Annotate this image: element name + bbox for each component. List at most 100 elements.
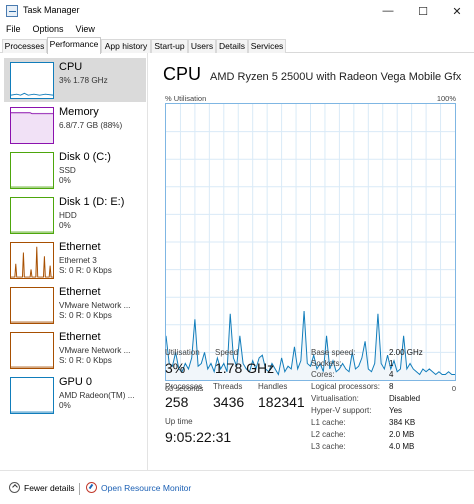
spec-label: Virtualisation: [311, 394, 359, 403]
fewer-details-label: Fewer details [24, 482, 75, 493]
sidebar-subtitle: 0% [59, 401, 71, 410]
chevron-up-icon [9, 482, 20, 493]
sidebar-subtitle: 0% [59, 221, 71, 230]
ethernet-vmware-2-thumbnail [10, 332, 54, 369]
sidebar-subtitle: S: 0 R: 0 Kbps [59, 311, 112, 320]
title-bar: Task Manager — ☐ ✕ [0, 0, 474, 22]
tab-strip: Processes Performance App history Start-… [0, 37, 474, 54]
spec-label: Hyper-V support: [311, 406, 372, 415]
handles-value: 182341 [258, 394, 305, 410]
utilisation-axis-label: % Utilisation [165, 94, 207, 103]
spec-value: 2.00 GHz [389, 348, 423, 357]
sidebar-subtitle: VMware Network ... [59, 346, 131, 355]
disk-0-thumbnail [10, 152, 54, 189]
spec-value: 1 [389, 359, 394, 368]
resource-sidebar: CPU 3% 1.78 GHz Memory 6.8/7.7 GB (88%) … [0, 53, 148, 470]
gpu-0-thumbnail [10, 377, 54, 414]
spec-value: Disabled [389, 394, 421, 403]
spec-value: 2.0 MB [389, 430, 415, 439]
ethernet-3-thumbnail [10, 242, 54, 279]
sidebar-subtitle: 0% [59, 176, 71, 185]
cpu-detail-panel: CPU AMD Ryzen 5 2500U with Radeon Vega M… [149, 53, 474, 470]
sidebar-item-ethernet-vmware-1[interactable]: Ethernet VMware Network ... S: 0 R: 0 Kb… [4, 283, 146, 327]
sidebar-item-disk-1[interactable]: Disk 1 (D: E:) HDD 0% [4, 193, 146, 237]
spec-label: Base speed: [311, 348, 356, 357]
cpu-thumbnail [10, 62, 54, 99]
sidebar-item-gpu-0[interactable]: GPU 0 AMD Radeon(TM) ... 0% [4, 373, 146, 417]
sidebar-subtitle: Ethernet 3 [59, 256, 97, 265]
sidebar-subtitle: 6.8/7.7 GB (88%) [59, 121, 123, 130]
sidebar-subtitle: VMware Network ... [59, 301, 131, 310]
sidebar-title: Disk 1 (D: E:) [59, 196, 125, 208]
utilisation-value: 3% [165, 360, 186, 376]
sidebar-item-disk-0[interactable]: Disk 0 (C:) SSD 0% [4, 148, 146, 192]
graph-time-end: 0 [451, 384, 456, 393]
sidebar-title: Memory [59, 106, 99, 118]
tab-services[interactable]: Services [248, 39, 286, 53]
ethernet-vmware-1-thumbnail [10, 287, 54, 324]
processes-label: Processes [165, 382, 203, 391]
sidebar-subtitle: S: 0 R: 0 Kbps [59, 356, 112, 365]
menu-view[interactable]: View [70, 22, 101, 37]
spec-value: 384 KB [389, 418, 416, 427]
cpu-utilisation-graph [165, 103, 456, 381]
task-manager-icon [6, 5, 18, 17]
spec-label: Sockets: [311, 359, 342, 368]
sidebar-subtitle: SSD [59, 166, 76, 175]
utilisation-axis-max: 100% [436, 94, 456, 103]
sidebar-title: Ethernet [59, 331, 101, 343]
sidebar-item-cpu[interactable]: CPU 3% 1.78 GHz [4, 58, 146, 102]
handles-label: Handles [258, 382, 288, 391]
tab-performance[interactable]: Performance [47, 37, 101, 54]
footer-bar: Fewer details Open Resource Monitor [0, 470, 474, 504]
sidebar-item-ethernet-vmware-2[interactable]: Ethernet VMware Network ... S: 0 R: 0 Kb… [4, 328, 146, 372]
window-title: Task Manager [23, 5, 80, 15]
speed-value: 1.78 GHz [215, 360, 275, 376]
threads-value: 3436 [213, 394, 245, 410]
uptime-label: Up time [165, 417, 193, 426]
tab-users[interactable]: Users [188, 39, 216, 53]
tab-details[interactable]: Details [216, 39, 248, 53]
sidebar-title: GPU 0 [59, 376, 93, 388]
open-resource-monitor-label: Open Resource Monitor [101, 482, 192, 493]
resource-monitor-icon [86, 482, 97, 493]
menu-options[interactable]: Options [27, 22, 70, 37]
tab-app-history[interactable]: App history [101, 39, 151, 53]
spec-label: Logical processors: [311, 382, 380, 391]
fewer-details-button[interactable]: Fewer details [9, 482, 75, 493]
tab-start-up[interactable]: Start-up [151, 39, 188, 53]
utilisation-label: Utilisation [165, 348, 200, 357]
sidebar-title: Disk 0 (C:) [59, 151, 111, 163]
footer-divider [79, 483, 80, 495]
sidebar-subtitle: AMD Radeon(TM) ... [59, 391, 135, 400]
threads-label: Threads [213, 382, 243, 391]
sidebar-item-memory[interactable]: Memory 6.8/7.7 GB (88%) [4, 103, 146, 147]
page-title: CPU [163, 64, 202, 84]
open-resource-monitor-link[interactable]: Open Resource Monitor [86, 482, 191, 493]
minimize-button[interactable]: — [371, 0, 405, 22]
uptime-value: 9:05:22:31 [165, 429, 232, 445]
memory-thumbnail [10, 107, 54, 144]
sidebar-title: Ethernet [59, 241, 101, 253]
sidebar-item-ethernet-3[interactable]: Ethernet Ethernet 3 S: 0 R: 0 Kbps [4, 238, 146, 282]
tab-processes[interactable]: Processes [2, 39, 47, 53]
spec-value: 4 [389, 370, 394, 379]
spec-value: Yes [389, 406, 403, 415]
processes-value: 258 [165, 394, 189, 410]
sidebar-subtitle: HDD [59, 211, 77, 220]
spec-label: L3 cache: [311, 442, 346, 451]
menu-file[interactable]: File [0, 22, 27, 37]
close-button[interactable]: ✕ [440, 0, 474, 22]
disk-1-thumbnail [10, 197, 54, 234]
maximize-button[interactable]: ☐ [406, 0, 440, 22]
sidebar-subtitle: 3% 1.78 GHz [59, 76, 108, 85]
cpu-model-name: AMD Ryzen 5 2500U with Radeon Vega Mobil… [210, 71, 462, 83]
spec-label: L2 cache: [311, 430, 346, 439]
menu-bar: File Options View [0, 22, 474, 37]
spec-label: L1 cache: [311, 418, 346, 427]
sidebar-title: Ethernet [59, 286, 101, 298]
spec-label: Cores: [311, 370, 335, 379]
sidebar-title: CPU [59, 61, 83, 73]
sidebar-subtitle: S: 0 R: 0 Kbps [59, 266, 112, 275]
spec-value: 8 [389, 382, 394, 391]
